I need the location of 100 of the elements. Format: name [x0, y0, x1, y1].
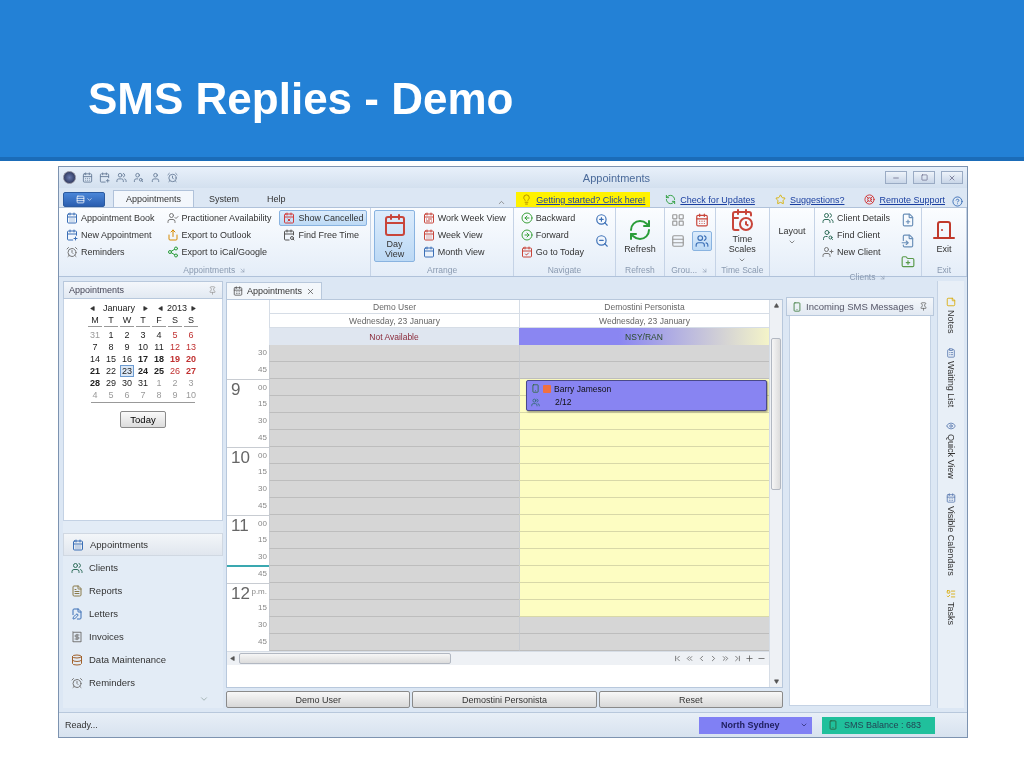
calendar-day[interactable]: 18 — [152, 353, 166, 366]
calendar-day[interactable]: 9 — [120, 341, 134, 354]
time-slot[interactable] — [519, 481, 769, 498]
time-slot[interactable] — [269, 464, 519, 481]
nav-item[interactable]: Appointments — [63, 533, 223, 556]
calendar-day[interactable]: 25 — [152, 365, 166, 378]
ribbon-button[interactable]: Export to Outlook — [162, 227, 276, 243]
time-slot[interactable] — [519, 566, 769, 583]
side-tab[interactable]: Visible Calendars — [946, 492, 956, 576]
next-year-icon[interactable] — [191, 305, 196, 311]
calendar-day[interactable]: 1 — [104, 329, 118, 342]
ribbon-button[interactable]: Work Week View — [418, 210, 510, 226]
ribbon-button[interactable]: Refresh — [619, 210, 661, 262]
ribbon-tab[interactable]: Help — [254, 190, 299, 207]
calendar-day[interactable]: 24 — [136, 365, 150, 378]
calendar-day[interactable]: 23 — [120, 365, 134, 378]
horizontal-scrollbar-thumb[interactable] — [239, 653, 451, 664]
side-tab[interactable]: Quick View — [946, 420, 956, 479]
calendar-day[interactable]: 29 — [104, 377, 118, 390]
resource-button[interactable]: Demostini Personista — [412, 691, 597, 708]
time-slot[interactable] — [269, 396, 519, 413]
calendar-day[interactable]: 6 — [184, 329, 198, 342]
time-slot[interactable] — [269, 600, 519, 617]
link[interactable]: Getting started? Click here! — [536, 194, 646, 205]
calendar-day[interactable]: 28 — [88, 377, 102, 390]
ribbon-button[interactable]: Show Cancelled — [279, 210, 368, 226]
last-icon[interactable] — [733, 654, 742, 663]
calendar-day[interactable]: 7 — [88, 341, 102, 354]
previous-month-icon[interactable] — [90, 305, 95, 311]
calendar-day[interactable]: 2 — [120, 329, 134, 342]
ribbon-button[interactable]: New Client — [817, 244, 894, 260]
time-slot[interactable] — [269, 362, 519, 379]
scroll-left-icon[interactable] — [230, 656, 235, 661]
time-slot[interactable] — [269, 532, 519, 549]
time-slot[interactable] — [519, 430, 769, 447]
calendar-day[interactable]: 8 — [104, 341, 118, 354]
ribbon-button[interactable]: Export to iCal/Google — [162, 244, 276, 260]
ribbon-button[interactable]: Forward — [516, 227, 589, 243]
ribbon-button[interactable]: Client Details — [817, 210, 894, 226]
nav-item[interactable]: Invoices — [63, 625, 223, 648]
time-slot[interactable] — [269, 617, 519, 634]
calendar-day[interactable]: 20 — [184, 353, 198, 366]
document-tab[interactable]: Appointments — [226, 282, 323, 299]
close-button[interactable] — [306, 286, 316, 296]
scroll-up-icon[interactable] — [773, 303, 779, 308]
people-button[interactable] — [691, 231, 712, 251]
side-tab[interactable]: Waiting List — [946, 347, 956, 407]
ribbon-button[interactable]: Exit — [925, 210, 963, 262]
ribbon-button[interactable]: Appointment Book — [62, 210, 159, 226]
time-slot[interactable] — [269, 583, 519, 600]
minimize-button[interactable] — [885, 171, 907, 184]
calendar-day[interactable]: 31 — [136, 377, 150, 390]
ribbon-button[interactable]: Practitioner Availability — [162, 210, 276, 226]
calendar-day[interactable]: 17 — [136, 353, 150, 366]
ribbon-tab[interactable]: Appointments — [113, 190, 195, 207]
scroll-down-icon[interactable] — [773, 679, 779, 684]
calendar-day[interactable]: 3 — [136, 329, 150, 342]
calendar-day[interactable]: 4 — [152, 329, 166, 342]
ribbon-button[interactable]: Find Client — [817, 227, 894, 243]
ribbon-button[interactable]: New Appointment — [62, 227, 159, 243]
calendar-day[interactable]: 5 — [168, 329, 182, 342]
ribbon-button[interactable]: Month View — [418, 244, 510, 260]
side-tab[interactable]: Notes — [946, 297, 956, 334]
location-dropdown[interactable]: North Sydney — [699, 716, 812, 734]
calendar-day[interactable]: 26 — [168, 365, 182, 378]
today-button[interactable]: Today — [120, 411, 166, 429]
side-tab[interactable]: Tasks — [946, 589, 956, 626]
time-slot[interactable] — [269, 549, 519, 566]
nav-item[interactable]: Clients — [63, 556, 223, 579]
calendar-day[interactable]: 12 — [168, 341, 182, 354]
calendar-day[interactable]: 14 — [88, 353, 102, 366]
time-slot[interactable] — [519, 345, 769, 362]
nav-item[interactable]: Letters — [63, 602, 223, 625]
time-slot[interactable] — [519, 549, 769, 566]
right-icon[interactable] — [709, 654, 718, 663]
link[interactable]: Check for Updates — [680, 194, 755, 205]
previous-year-icon[interactable] — [158, 305, 163, 311]
ribbon-button[interactable]: Day View — [374, 210, 415, 262]
nav-item[interactable]: Reminders — [63, 671, 223, 694]
ribbon-tab[interactable]: System — [196, 190, 253, 207]
time-slot[interactable] — [519, 583, 769, 600]
maximize-button[interactable] — [913, 171, 935, 184]
calendar-day[interactable]: 15 — [104, 353, 118, 366]
link[interactable]: Suggestions? — [789, 194, 845, 205]
double-right-icon[interactable] — [721, 654, 730, 663]
first-icon[interactable] — [673, 654, 682, 663]
time-slot[interactable] — [269, 566, 519, 583]
time-slot[interactable] — [519, 464, 769, 481]
time-slot[interactable] — [519, 447, 769, 464]
ribbon-button[interactable]: Layout — [772, 210, 811, 262]
time-slot[interactable] — [269, 481, 519, 498]
calendar-day[interactable]: 21 — [88, 365, 102, 378]
time-slot[interactable] — [269, 379, 519, 396]
app-orb-icon[interactable] — [63, 171, 76, 184]
link[interactable]: Remote Support — [879, 194, 945, 205]
time-slot[interactable] — [269, 515, 519, 532]
time-slot[interactable] — [269, 498, 519, 515]
calendar-day[interactable]: 30 — [120, 377, 134, 390]
calendar-day[interactable]: 13 — [184, 341, 198, 354]
ribbon-button[interactable]: Week View — [418, 227, 510, 243]
